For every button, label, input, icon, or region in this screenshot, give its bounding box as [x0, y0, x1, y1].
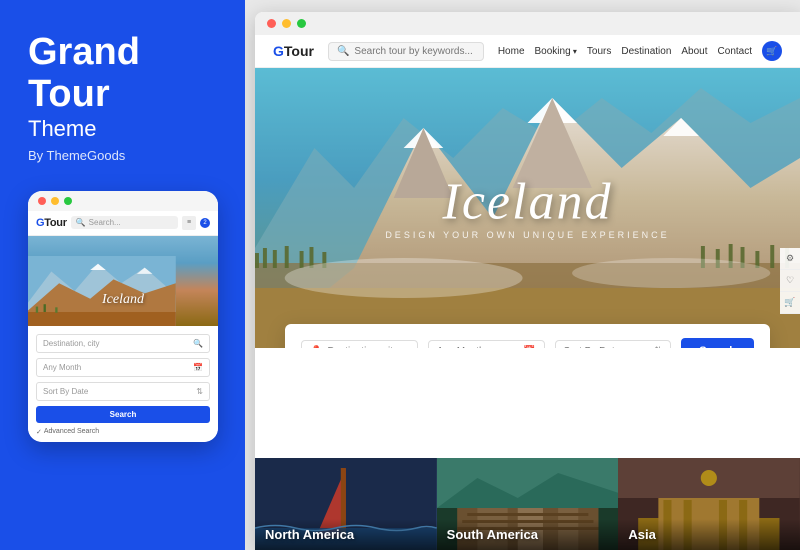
- sort-field[interactable]: ⇅: [555, 340, 672, 349]
- mockup-icons: ≡ 2: [182, 216, 210, 230]
- side-wishlist-button[interactable]: ♡: [780, 270, 800, 292]
- nav-destination[interactable]: Destination: [621, 46, 671, 57]
- mockup-menu-icon[interactable]: ≡: [182, 216, 196, 230]
- mockup-logo: GTour: [36, 217, 67, 229]
- north-america-label: North America: [265, 527, 427, 542]
- destination-field[interactable]: 📍: [301, 340, 418, 349]
- destination-icon: 📍: [310, 346, 322, 349]
- asia-overlay: Asia: [618, 519, 800, 550]
- mockup-topbar: [28, 191, 218, 211]
- destination-input[interactable]: [327, 346, 408, 349]
- browser-close-btn[interactable]: [267, 19, 276, 28]
- brand-title: Grand Tour: [28, 32, 217, 116]
- nav-cart-icon[interactable]: 🛒: [762, 41, 782, 61]
- side-cart-button[interactable]: 🛒: [780, 292, 800, 314]
- mockup-navbar: GTour 🔍 Search... ≡ 2: [28, 211, 218, 236]
- nav-contact[interactable]: Contact: [718, 46, 752, 57]
- sort-input[interactable]: [564, 346, 649, 349]
- mockup-mountain-svg: [28, 256, 176, 326]
- nav-about[interactable]: About: [681, 46, 707, 57]
- mockup-sort-input[interactable]: Sort By Date ⇅: [36, 382, 210, 401]
- brand-subtitle: Theme: [28, 116, 217, 142]
- mockup-month-input[interactable]: Any Month 📅: [36, 358, 210, 377]
- browser-frame: GTour 🔍 Home Booking Tours Destination A…: [255, 12, 800, 550]
- search-overlay: 📍 📅 ⇅ Search: [285, 324, 770, 348]
- north-america-overlay: North America: [255, 519, 437, 550]
- search-icon: 🔍: [337, 46, 349, 57]
- card-south-america[interactable]: South America: [437, 458, 619, 550]
- mockup-dot-yellow: [51, 197, 59, 205]
- site-search-input[interactable]: [354, 46, 474, 57]
- side-buttons: ⚙ ♡ 🛒: [780, 248, 800, 314]
- mockup-destination-input[interactable]: Destination, city 🔍: [36, 334, 210, 353]
- side-settings-button[interactable]: ⚙: [780, 248, 800, 270]
- destination-cards: North America: [255, 458, 800, 550]
- mockup-hero: Iceland: [28, 236, 218, 326]
- mobile-mockup: GTour 🔍 Search... ≡ 2: [28, 191, 218, 442]
- mockup-search-button[interactable]: Search: [36, 406, 210, 423]
- mockup-dot-green: [64, 197, 72, 205]
- right-panel: GTour 🔍 Home Booking Tours Destination A…: [245, 0, 800, 550]
- site-logo: GTour: [273, 43, 314, 59]
- card-asia[interactable]: Asia: [618, 458, 800, 550]
- site-search-box[interactable]: 🔍: [328, 42, 484, 61]
- brand-author: By ThemeGoods: [28, 148, 217, 163]
- mockup-advanced-search[interactable]: ✓ Advanced Search: [36, 428, 210, 436]
- mockup-hero-title: Iceland: [102, 292, 144, 308]
- nav-tours[interactable]: Tours: [587, 46, 611, 57]
- calendar-icon: 📅: [523, 346, 535, 349]
- month-input[interactable]: [437, 346, 518, 349]
- mockup-form: Destination, city 🔍 Any Month 📅 Sort By …: [28, 326, 218, 442]
- hero-title: Iceland: [443, 173, 613, 232]
- mockup-search-box[interactable]: 🔍 Search...: [71, 216, 178, 229]
- left-panel: Grand Tour Theme By ThemeGoods GTour 🔍 S…: [0, 0, 245, 550]
- nav-booking[interactable]: Booking: [535, 46, 577, 57]
- browser-topbar: [255, 12, 800, 35]
- mockup-dot-red: [38, 197, 46, 205]
- site-navbar: GTour 🔍 Home Booking Tours Destination A…: [255, 35, 800, 68]
- asia-label: Asia: [628, 527, 790, 542]
- search-button[interactable]: Search: [681, 338, 754, 348]
- nav-home[interactable]: Home: [498, 46, 525, 57]
- browser-maximize-btn[interactable]: [297, 19, 306, 28]
- month-field[interactable]: 📅: [428, 340, 545, 349]
- south-america-label: South America: [447, 527, 609, 542]
- site-hero: Iceland DESIGN YOUR OWN UNIQUE EXPERIENC…: [255, 68, 800, 348]
- sort-icon: ⇅: [654, 346, 662, 349]
- site-nav-links: Home Booking Tours Destination About Con…: [498, 41, 782, 61]
- browser-minimize-btn[interactable]: [282, 19, 291, 28]
- south-america-overlay: South America: [437, 519, 619, 550]
- hero-subtitle: DESIGN YOUR OWN UNIQUE EXPERIENCE: [385, 230, 669, 240]
- mockup-cart-badge[interactable]: 2: [200, 218, 210, 228]
- card-north-america[interactable]: North America: [255, 458, 437, 550]
